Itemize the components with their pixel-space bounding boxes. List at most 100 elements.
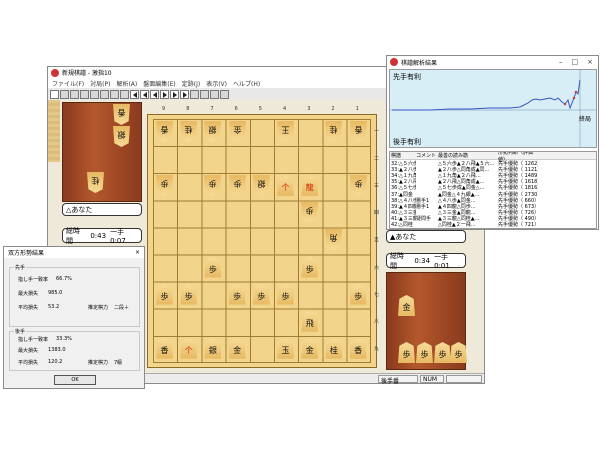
table-cell: 悪手1 xyxy=(416,228,438,229)
wood-background xyxy=(48,100,60,162)
file-number: 1 xyxy=(355,106,359,112)
rank-number: 七 xyxy=(374,291,380,298)
back10-icon[interactable] xyxy=(140,89,149,99)
board-icon[interactable] xyxy=(90,89,99,99)
file-number: 3 xyxy=(307,106,311,112)
table-cell: ▲２一飛△３一金… xyxy=(438,228,498,229)
ok-button[interactable]: OK xyxy=(54,375,96,385)
menu-help[interactable]: ヘルプ(H) xyxy=(233,79,260,88)
new-icon[interactable] xyxy=(50,89,59,99)
hint-icon[interactable] xyxy=(210,89,219,99)
gote-match-label: 指し手一致率 xyxy=(18,337,49,343)
gote-avg-value: 120.2 xyxy=(48,359,63,365)
main-title: 新規棋譜 - 激指10 xyxy=(62,70,112,77)
file-number: 5 xyxy=(258,106,262,112)
gote-rank-label: 推定棋力 xyxy=(88,360,109,366)
sente-max-value: 985.0 xyxy=(48,290,63,296)
maximize-icon[interactable]: □ xyxy=(572,58,579,66)
table-cell: 43:▲２一飛 xyxy=(390,228,416,229)
last-move-icon[interactable] xyxy=(180,89,189,99)
flip-icon[interactable] xyxy=(100,89,109,99)
undo-icon[interactable] xyxy=(200,89,209,99)
file-number: 2 xyxy=(331,106,335,112)
forward10-icon[interactable] xyxy=(170,89,179,99)
print-icon[interactable] xyxy=(80,89,89,99)
status-empty xyxy=(446,375,482,383)
stop-icon[interactable] xyxy=(190,89,199,99)
gote-player-name: △あなた xyxy=(62,203,142,216)
open-icon[interactable] xyxy=(60,89,69,99)
menu-joseki[interactable]: 定跡(J) xyxy=(182,79,200,88)
gote-max-value: 1383.0 xyxy=(48,347,66,353)
app-icon xyxy=(390,58,398,66)
rank-number: 三 xyxy=(374,183,380,190)
table-cell: 悪手1 xyxy=(416,203,430,210)
menu-edit[interactable]: 盤面編集(E) xyxy=(143,79,175,88)
sente-match-value: 66.7% xyxy=(56,276,72,282)
sente-rank-label: 推定棋力 xyxy=(88,305,109,311)
turn-indicator: 後手番 xyxy=(378,375,418,385)
menu-game[interactable]: 対局(P) xyxy=(90,79,110,88)
file-number: 8 xyxy=(186,106,190,112)
next-move-icon[interactable] xyxy=(160,89,169,99)
gote-group-label: 後手 xyxy=(14,328,27,335)
rank-number: 五 xyxy=(374,237,380,244)
sente-group: 先手 指し手一致率 66.7% 最大損失 985.0 平均損失 53.2 推定棋… xyxy=(9,264,140,327)
minimize-icon[interactable]: – xyxy=(559,58,563,66)
menu-analysis[interactable]: 解析(A) xyxy=(116,79,137,88)
close-icon[interactable]: × xyxy=(587,58,593,66)
save-icon[interactable] xyxy=(70,89,79,99)
table-body: 32:△５六歩 △５六歩▲２八飛▲５六… 先手優勢（ 1262） 33:▲２八歩 ▲２八… xyxy=(390,160,596,229)
prev-move-icon[interactable] xyxy=(150,89,159,99)
rank-number: 一 xyxy=(374,129,380,135)
file-number: 6 xyxy=(234,106,238,112)
file-number: 9 xyxy=(162,106,166,112)
rank-number: 九 xyxy=(374,345,380,352)
analysis-title-bar: 棋譜解析結果 – □ × xyxy=(387,56,598,68)
graph-gote-label: 後手有利 xyxy=(393,138,421,146)
gote-timer: 総時間 0:43 一手 0:07 xyxy=(62,227,142,245)
result-dialog: 双方形勢結果 × 先手 指し手一致率 66.7% 最大損失 985.0 平均損失… xyxy=(3,246,145,389)
sente-avg-label: 平均損失 xyxy=(18,305,39,311)
edit-icon[interactable] xyxy=(110,89,119,99)
gote-rank-value: 7級 xyxy=(114,360,123,366)
sente-time-label: 総時間 xyxy=(390,251,404,270)
table-cell: 先手優勢（ 391） xyxy=(498,228,538,229)
graph-sente-label: 先手有利 xyxy=(393,73,421,81)
table-row[interactable]: 43:▲２一飛悪手1▲２一飛△３一金…先手優勢（ 391） xyxy=(390,228,596,229)
sente-match-label: 指し手一致率 xyxy=(18,277,49,283)
numlock-indicator: NUM xyxy=(420,375,444,383)
analysis-table[interactable]: 棋譜 コメント 最善の読み筋 形勢判断（評価値） 32:△５六歩 △５六歩▲２八飛… xyxy=(389,151,597,229)
file-number: 7 xyxy=(210,106,214,112)
rank-number: 二 xyxy=(374,156,380,163)
app-icon xyxy=(51,68,59,77)
file-number: 4 xyxy=(283,106,287,112)
menu-file[interactable]: ファイル(F) xyxy=(52,79,84,88)
header-comment[interactable]: コメント xyxy=(416,152,438,159)
grid-icon[interactable] xyxy=(120,89,129,99)
dialog-title: 双方形勢結果 xyxy=(8,250,45,257)
rank-number: 八 xyxy=(374,318,380,325)
sente-avg-value: 53.2 xyxy=(48,304,60,310)
sente-player-name: ▲あなた xyxy=(386,230,466,243)
analysis-window: 棋譜解析結果 – □ × 先手有利 後手有利 終局 棋譜 コメント 最善の読み筋… xyxy=(386,55,599,230)
rank-number: 六 xyxy=(374,264,380,271)
gote-hand-piece[interactable]: 香 xyxy=(113,104,130,125)
help-icon[interactable] xyxy=(220,89,229,99)
table-cell: 疑問手 xyxy=(416,216,432,223)
gote-time: 0:43 xyxy=(90,231,107,240)
analysis-title: 棋譜解析結果 xyxy=(401,59,438,67)
evaluation-graph[interactable]: 先手有利 後手有利 終局 xyxy=(389,69,597,148)
close-icon[interactable]: × xyxy=(135,249,140,256)
dialog-title-bar: 双方形勢結果 × xyxy=(4,247,144,258)
first-move-icon[interactable] xyxy=(130,89,139,99)
gote-group: 後手 指し手一致率 33.3% 最大損失 1383.0 平均損失 120.2 推… xyxy=(9,328,140,371)
gote-match-value: 33.3% xyxy=(56,336,72,342)
header-pv[interactable]: 最善の読み筋 xyxy=(438,152,498,159)
gote-per-move: 一手 0:07 xyxy=(110,227,126,245)
sente-rank-value: 二段＋ xyxy=(114,305,130,311)
header-kifu[interactable]: 棋譜 xyxy=(390,152,416,159)
graph-end-label: 終局 xyxy=(579,116,592,123)
sente-per-move: 一手 0:01 xyxy=(434,252,450,270)
menu-view[interactable]: 表示(V) xyxy=(206,79,227,88)
